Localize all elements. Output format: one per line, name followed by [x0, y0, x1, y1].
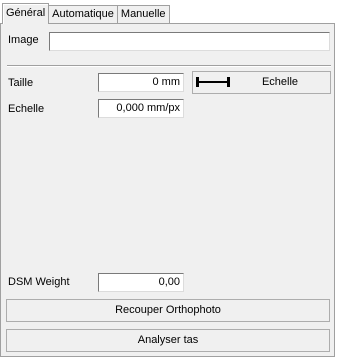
tab-manuelle[interactable]: Manuelle	[116, 5, 170, 23]
tab-panel-general: Image Taille 0 mm Echelle Echelle 0,000 …	[0, 23, 335, 357]
tab-automatique[interactable]: Automatique	[48, 5, 118, 23]
recouper-orthophoto-button[interactable]: Recouper Orthophoto	[6, 299, 330, 322]
echelle-label: Echelle	[8, 103, 45, 115]
dsm-weight-label: DSM Weight	[8, 276, 70, 288]
ruler-icon	[196, 77, 230, 87]
image-field[interactable]	[49, 32, 330, 51]
echelle-button[interactable]: Echelle	[192, 71, 331, 94]
image-label: Image	[8, 34, 39, 46]
tab-bar: Général Automatique Manuelle	[2, 3, 170, 24]
echelle-button-label: Echelle	[261, 76, 299, 88]
taille-field[interactable]: 0 mm	[98, 73, 184, 92]
analyser-tas-button[interactable]: Analyser tas	[6, 329, 330, 352]
tab-general[interactable]: Général	[2, 3, 50, 24]
separator	[7, 65, 331, 67]
taille-label: Taille	[8, 77, 34, 89]
echelle-field[interactable]: 0,000 mm/px	[98, 99, 184, 118]
dsm-weight-field[interactable]: 0,00	[98, 273, 184, 292]
